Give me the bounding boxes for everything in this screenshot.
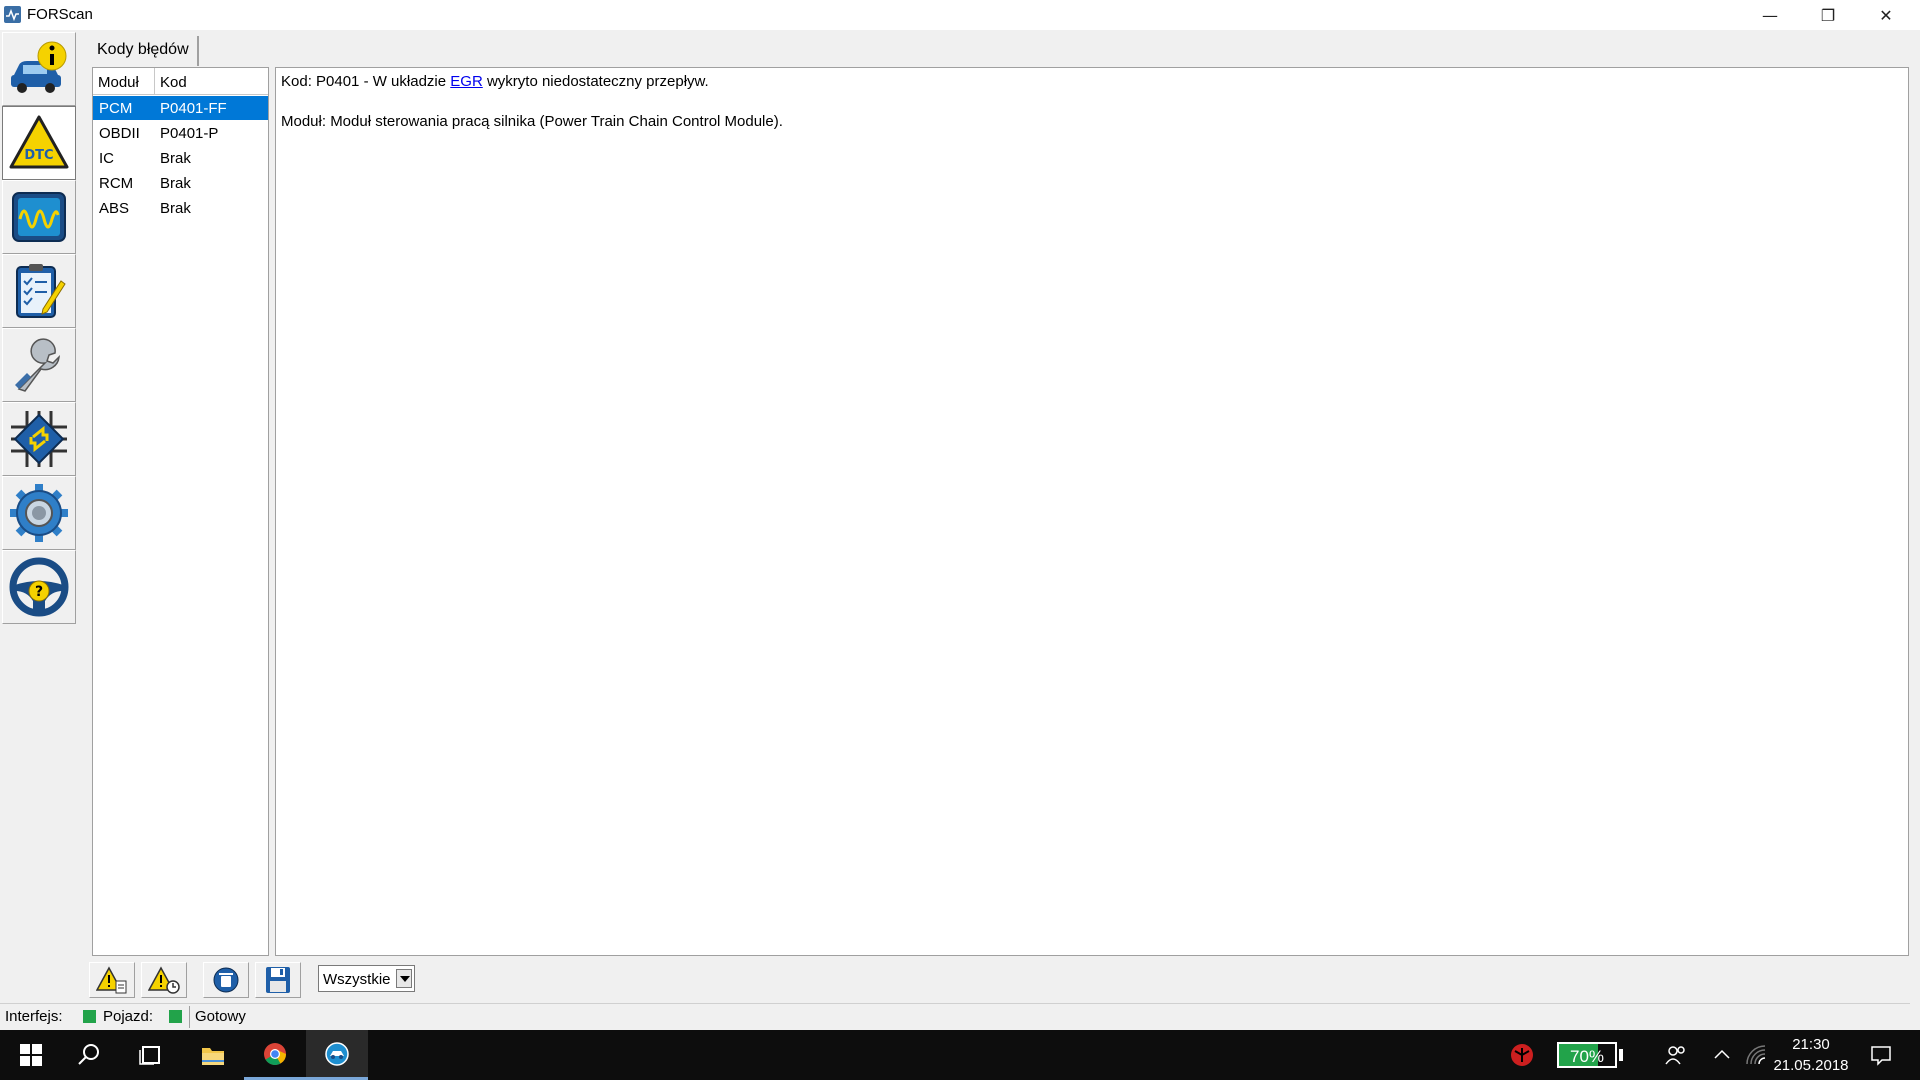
dtc-icon-label: DTC bbox=[24, 148, 53, 163]
close-button[interactable]: ✕ bbox=[1857, 0, 1915, 30]
row-code: Brak bbox=[160, 200, 191, 217]
minimize-button[interactable]: — bbox=[1741, 0, 1799, 30]
save-floppy-icon bbox=[266, 967, 290, 993]
tray-people[interactable] bbox=[1648, 1030, 1704, 1080]
table-row[interactable]: PCM P0401-FF bbox=[93, 96, 268, 120]
taskbar-chrome[interactable] bbox=[244, 1030, 306, 1080]
chevron-up-icon bbox=[1714, 1049, 1730, 1059]
vehicle-status-led bbox=[169, 1010, 182, 1023]
dtc-description-prefix: Kod: P0401 - W układzie bbox=[281, 73, 451, 90]
dtc-filter-dropdown[interactable]: Wszystkie bbox=[318, 965, 415, 992]
taskbar-clock-date[interactable]: 21.05.2018 bbox=[1770, 1057, 1852, 1074]
svg-text:?: ? bbox=[35, 584, 43, 600]
nav-service-button[interactable] bbox=[2, 328, 76, 402]
column-header-module[interactable]: Moduł bbox=[93, 68, 155, 95]
dtc-filter-value: Wszystkie bbox=[323, 971, 391, 988]
nav-vehicle-info-button[interactable] bbox=[2, 32, 76, 106]
forscan-window: FORScan — ❐ ✕ DTC ? Kody błędów Moduł Ko… bbox=[0, 0, 1920, 1030]
battery-tip bbox=[1619, 1049, 1623, 1061]
row-module: PCM bbox=[99, 100, 133, 117]
nav-live-data-button[interactable] bbox=[2, 180, 76, 254]
column-header-code[interactable]: Kod bbox=[155, 68, 268, 95]
restore-button[interactable]: ❐ bbox=[1799, 0, 1857, 30]
chrome-icon bbox=[264, 1042, 286, 1065]
row-code: P0401-P bbox=[160, 125, 219, 142]
warning-clock-icon bbox=[148, 966, 180, 994]
search-icon bbox=[78, 1044, 99, 1065]
status-bar: Interfejs: Pojazd: Gotowy bbox=[0, 1003, 1910, 1029]
taskbar-file-explorer[interactable] bbox=[182, 1030, 244, 1080]
battery-percent: 70% bbox=[1569, 1047, 1605, 1066]
interface-status-led bbox=[83, 1010, 96, 1023]
checklist-icon bbox=[16, 264, 66, 318]
tray-network[interactable] bbox=[1738, 1030, 1774, 1080]
dtc-module-description: Moduł: Moduł sterowania pracą silnika (P… bbox=[281, 113, 783, 130]
nav-configuration-button[interactable] bbox=[2, 402, 76, 476]
help-steering-wheel-icon: ? bbox=[9, 557, 69, 617]
module-chip-icon bbox=[11, 411, 67, 467]
task-view-icon bbox=[139, 1046, 160, 1065]
forscan-taskbar-icon bbox=[325, 1041, 349, 1066]
windows-logo-icon bbox=[20, 1044, 42, 1066]
title-bar[interactable]: FORScan — ❐ ✕ bbox=[0, 0, 1920, 30]
folder-icon bbox=[202, 1048, 224, 1065]
windows-taskbar: 70% 21:30 21.05.2018 bbox=[0, 1030, 1920, 1080]
tab-fault-codes[interactable]: Kody błędów bbox=[92, 36, 199, 66]
start-button[interactable] bbox=[0, 1030, 62, 1080]
left-navigation: DTC ? bbox=[2, 32, 76, 630]
taskbar-forscan[interactable] bbox=[306, 1030, 368, 1080]
chevron-down-icon[interactable] bbox=[396, 969, 412, 988]
table-row[interactable]: RCM Brak bbox=[93, 171, 268, 195]
nav-tests-button[interactable] bbox=[2, 254, 76, 328]
dtc-detail-pane: Kod: P0401 - W układzie EGR wykryto nied… bbox=[275, 67, 1909, 956]
row-module: ABS bbox=[99, 200, 130, 217]
row-code: P0401-FF bbox=[160, 100, 227, 117]
save-button[interactable] bbox=[255, 962, 301, 998]
dtc-description-suffix: wykryto niedostateczny przepływ. bbox=[482, 73, 709, 90]
taskbar-clock-time[interactable]: 21:30 bbox=[1776, 1036, 1846, 1053]
status-divider bbox=[189, 1006, 190, 1028]
tray-antivirus[interactable] bbox=[1490, 1030, 1554, 1080]
table-row[interactable]: OBDII P0401-P bbox=[93, 121, 268, 145]
egr-link[interactable]: EGR bbox=[450, 73, 483, 90]
row-module: RCM bbox=[99, 175, 134, 192]
row-code: Brak bbox=[160, 175, 191, 192]
settings-gear-icon bbox=[10, 484, 68, 542]
table-row[interactable]: ABS Brak bbox=[93, 196, 268, 220]
delete-icon bbox=[213, 967, 239, 993]
read-dtc-history-button[interactable] bbox=[141, 962, 187, 998]
antivirus-tray-icon bbox=[1511, 1044, 1533, 1066]
vehicle-info-icon bbox=[11, 41, 67, 93]
dtc-warning-icon: DTC bbox=[9, 115, 69, 169]
read-dtc-button[interactable] bbox=[89, 962, 135, 998]
taskbar-search-button[interactable] bbox=[58, 1030, 120, 1080]
status-text: Gotowy bbox=[195, 1008, 246, 1025]
dtc-description: Kod: P0401 - W układzie EGR wykryto nied… bbox=[281, 73, 709, 90]
nav-help-button[interactable]: ? bbox=[2, 550, 76, 624]
row-module: OBDII bbox=[99, 125, 140, 142]
action-center-button[interactable] bbox=[1852, 1030, 1910, 1080]
people-icon bbox=[1665, 1046, 1685, 1065]
clear-dtc-button[interactable] bbox=[203, 962, 249, 998]
vehicle-label: Pojazd: bbox=[103, 1008, 154, 1025]
dtc-table-header: Moduł Kod bbox=[93, 68, 268, 95]
wifi-icon bbox=[1746, 1045, 1766, 1065]
table-row[interactable]: IC Brak bbox=[93, 146, 268, 170]
task-view-button[interactable] bbox=[120, 1030, 182, 1080]
wrench-icon bbox=[15, 338, 60, 392]
warning-read-icon bbox=[96, 966, 127, 994]
forscan-app-icon bbox=[4, 6, 21, 23]
battery-indicator[interactable]: 70% bbox=[1557, 1042, 1617, 1068]
row-code: Brak bbox=[160, 150, 191, 167]
oscilloscope-icon bbox=[12, 192, 66, 242]
tray-show-hidden[interactable] bbox=[1704, 1030, 1740, 1080]
nav-settings-button[interactable] bbox=[2, 476, 76, 550]
dtc-table: Moduł Kod PCM P0401-FF OBDII P0401-P IC … bbox=[92, 67, 269, 956]
interface-label: Interfejs: bbox=[5, 1008, 63, 1025]
row-module: IC bbox=[99, 150, 114, 167]
notification-icon bbox=[1871, 1046, 1891, 1066]
window-title: FORScan bbox=[27, 6, 93, 23]
nav-dtc-button[interactable]: DTC bbox=[2, 106, 76, 180]
